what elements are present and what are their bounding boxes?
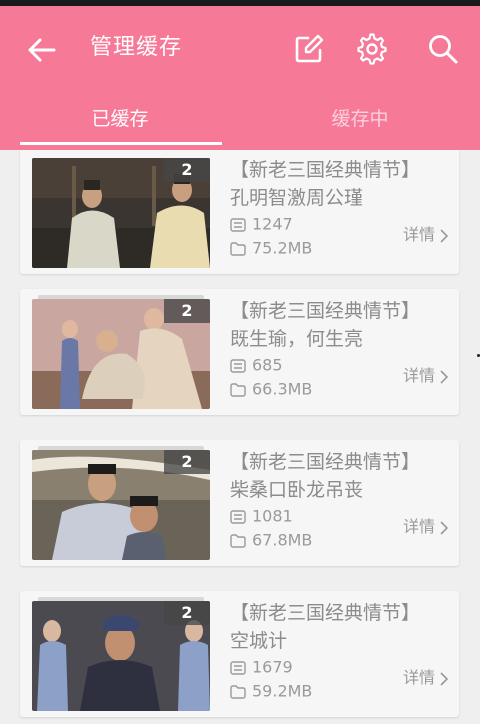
views-icon: [230, 358, 246, 373]
episode-count-badge: 2: [164, 601, 210, 625]
item-title: 孔明智激周公瑾: [230, 187, 364, 209]
header: 管理缓存 已缓存 缓存中: [0, 6, 480, 150]
settings-button[interactable]: [355, 32, 389, 66]
folder-icon: [230, 684, 246, 699]
folder-icon: [230, 382, 246, 397]
cache-list: 2 【新老三国经典情节】 孔明智激周公瑾 1247 75.2MB 详情 2 【新…: [0, 150, 480, 724]
arrow-left-icon: [28, 38, 56, 62]
chevron-right-icon: [440, 228, 449, 243]
search-button[interactable]: [426, 32, 460, 66]
details-button[interactable]: 详情: [403, 223, 449, 247]
list-item[interactable]: 2 【新老三国经典情节】 空城计 1679 59.2MB 详情: [20, 591, 459, 717]
episode-count-badge: 2: [164, 299, 210, 323]
views-icon: [230, 217, 246, 232]
back-button[interactable]: [26, 34, 58, 66]
details-button[interactable]: 详情: [403, 666, 449, 690]
list-item[interactable]: 2 【新老三国经典情节】 孔明智激周公瑾 1247 75.2MB 详情: [20, 150, 459, 274]
video-thumbnail: 2: [32, 158, 210, 268]
list-item[interactable]: 2 【新老三国经典情节】 既生瑜，何生亮 685 66.3MB 详情: [20, 289, 459, 415]
folder-icon: [230, 241, 246, 256]
views-icon: [230, 509, 246, 524]
list-item[interactable]: 2 【新老三国经典情节】 柴桑口卧龙吊丧 1081 67.8MB 详情: [20, 440, 459, 566]
video-thumbnail: 2: [32, 295, 210, 409]
views-icon: [230, 660, 246, 675]
item-title: 既生瑜，何生亮: [230, 328, 364, 350]
item-title-prefix: 【新老三国经典情节】: [230, 451, 421, 473]
page-title: 管理缓存: [90, 35, 183, 60]
item-title: 空城计: [230, 630, 288, 652]
edit-icon: [295, 34, 324, 63]
chevron-right-icon: [440, 369, 449, 384]
chevron-right-icon: [440, 671, 449, 686]
edit-button[interactable]: [292, 32, 326, 66]
tab-caching[interactable]: 缓存中: [240, 96, 480, 150]
chevron-right-icon: [440, 520, 449, 535]
episode-count-badge: 2: [164, 158, 210, 182]
item-title: 柴桑口卧龙吊丧: [230, 479, 364, 501]
details-button[interactable]: 详情: [403, 364, 449, 388]
video-thumbnail: 2: [32, 446, 210, 560]
toolbar: 管理缓存: [0, 6, 480, 90]
video-thumbnail: 2: [32, 597, 210, 711]
gear-icon: [357, 33, 387, 65]
item-title-prefix: 【新老三国经典情节】: [230, 602, 421, 624]
episode-count-badge: 2: [164, 450, 210, 474]
tab-indicator: [20, 142, 222, 145]
item-title-prefix: 【新老三国经典情节】: [230, 300, 421, 322]
details-button[interactable]: 详情: [403, 515, 449, 539]
folder-icon: [230, 533, 246, 548]
search-icon: [429, 35, 458, 64]
item-title-prefix: 【新老三国经典情节】: [230, 159, 421, 181]
